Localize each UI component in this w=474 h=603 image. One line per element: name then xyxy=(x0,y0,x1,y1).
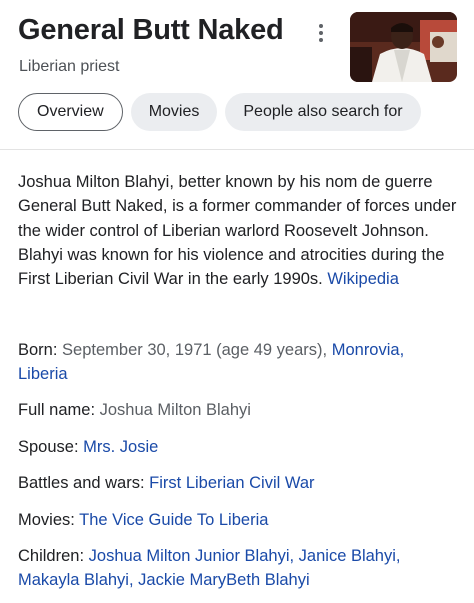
fact-spouse: Spouse: Mrs. Josie xyxy=(18,435,458,459)
fact-children-label: Children: xyxy=(18,547,85,565)
knowledge-panel-header: General Butt Naked Liberian priest xyxy=(0,0,474,90)
fact-full-name-label: Full name: xyxy=(18,401,96,419)
tab-movies[interactable]: Movies xyxy=(130,93,218,131)
fact-movies: Movies: The Vice Guide To Liberia xyxy=(18,508,458,532)
fact-spouse-label: Spouse: xyxy=(18,438,79,456)
fact-full-name-value: Joshua Milton Blahyi xyxy=(99,401,251,419)
fact-battles-label: Battles and wars: xyxy=(18,474,145,492)
tab-bar: Overview Movies People also search for xyxy=(18,93,421,131)
child-link[interactable]: Makayla Blahyi, xyxy=(18,571,134,589)
child-link[interactable]: Janice Blahyi, xyxy=(299,547,401,565)
fact-born-label: Born: xyxy=(18,341,58,359)
tab-overview[interactable]: Overview xyxy=(18,93,123,131)
entity-thumbnail[interactable] xyxy=(350,12,457,82)
fact-born: Born: September 30, 1971 (age 49 years),… xyxy=(18,338,458,387)
fact-born-value: September 30, 1971 (age 49 years), xyxy=(62,341,328,359)
child-link[interactable]: Joshua Milton Junior Blahyi, xyxy=(89,547,294,565)
fact-battles: Battles and wars: First Liberian Civil W… xyxy=(18,471,458,495)
wikipedia-link[interactable]: Wikipedia xyxy=(327,270,399,288)
more-vert-icon[interactable] xyxy=(312,22,330,44)
fact-spouse-link[interactable]: Mrs. Josie xyxy=(83,438,158,456)
fact-full-name: Full name: Joshua Milton Blahyi xyxy=(18,398,458,422)
fact-children: Children: Joshua Milton Junior Blahyi, J… xyxy=(18,544,458,593)
fact-movies-link[interactable]: The Vice Guide To Liberia xyxy=(79,511,268,529)
fact-movies-label: Movies: xyxy=(18,511,75,529)
child-link[interactable]: Jackie MaryBeth Blahyi xyxy=(138,571,310,589)
description: Joshua Milton Blahyi, better known by hi… xyxy=(18,170,458,291)
fact-battles-link[interactable]: First Liberian Civil War xyxy=(149,474,314,492)
entity-subtitle: Liberian priest xyxy=(19,58,120,75)
tab-people-also-search-for[interactable]: People also search for xyxy=(225,93,421,131)
divider xyxy=(0,149,474,150)
entity-title: General Butt Naked xyxy=(18,14,284,46)
person-photo-icon xyxy=(350,12,457,82)
